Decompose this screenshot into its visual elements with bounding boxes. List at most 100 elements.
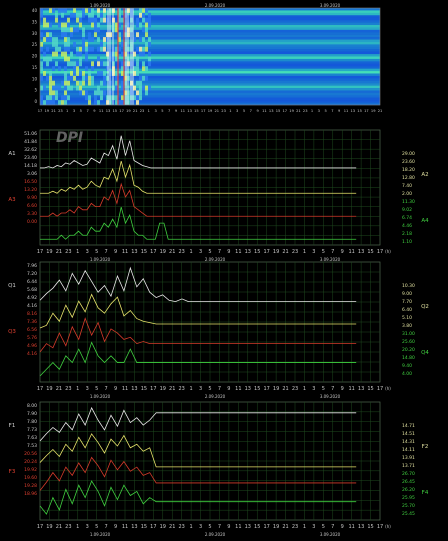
x-hour-tick: 11 bbox=[122, 524, 128, 530]
x-date-label: 2.09.2020 bbox=[205, 257, 226, 262]
x-hour-tick: 1 bbox=[190, 386, 193, 392]
left-tick-lower: 0.00 bbox=[27, 219, 37, 225]
spectrogram-cell bbox=[64, 95, 67, 101]
series-label-right-lower: Q4 bbox=[421, 350, 429, 356]
spectrogram-cell bbox=[43, 71, 46, 76]
spectrogram-cell bbox=[70, 75, 73, 81]
spectrogram-cell bbox=[88, 37, 91, 42]
x-hour-tick: 1 bbox=[190, 249, 193, 255]
left-tick-lower: 8.16 bbox=[27, 311, 37, 317]
spectrogram-x-tick: 23 bbox=[221, 109, 226, 113]
spectrogram-x-tick: 3 bbox=[154, 109, 156, 113]
spectrogram-cell bbox=[70, 85, 73, 91]
spectrogram-cell bbox=[67, 46, 70, 52]
spectrogram-cell bbox=[100, 61, 103, 67]
spectrogram-cell bbox=[91, 17, 94, 23]
spectrogram-x-tick: 15 bbox=[357, 109, 362, 113]
spectrogram-cell bbox=[142, 8, 145, 13]
spectrogram-x-tick: 19 bbox=[371, 109, 376, 113]
x-hour-tick: 19 bbox=[160, 386, 166, 392]
spectrogram-cell bbox=[64, 37, 67, 42]
spectrogram-cell bbox=[88, 8, 91, 13]
spectrogram-cell bbox=[55, 95, 58, 101]
spectrogram-cell bbox=[88, 100, 91, 105]
spectrogram-cell bbox=[76, 12, 79, 18]
spectrogram-cell bbox=[91, 75, 94, 81]
left-tick-upper: 32.62 bbox=[24, 147, 37, 153]
spectrogram-cell bbox=[55, 41, 58, 47]
spectrogram-cell bbox=[82, 90, 85, 96]
spectrogram-cell bbox=[145, 27, 148, 33]
spectrogram-cell bbox=[82, 71, 85, 76]
spectrogram-cell bbox=[55, 12, 58, 18]
spectrogram-x-tick: 19 bbox=[126, 109, 131, 113]
spectrogram-cell bbox=[70, 51, 73, 57]
spectrogram-cell bbox=[46, 22, 49, 28]
spectrogram-cell bbox=[49, 8, 52, 13]
x-hour-tick: 23 bbox=[65, 249, 71, 255]
spectrogram-cell bbox=[52, 80, 55, 86]
spectrogram-x-tick: 23 bbox=[140, 109, 145, 113]
right-tick-upper: 6.40 bbox=[402, 307, 412, 313]
right-tick-upper: 29.00 bbox=[402, 151, 415, 157]
spectrogram-cell bbox=[43, 56, 46, 62]
spectrogram-cell bbox=[79, 22, 82, 28]
x-hour-tick: 7 bbox=[105, 524, 108, 530]
spectrogram-cell bbox=[79, 12, 82, 18]
spectrogram-cell bbox=[43, 85, 46, 91]
series-label-left-upper: A1 bbox=[8, 151, 15, 157]
series-label-left-lower: Q3 bbox=[8, 329, 16, 335]
x-hour-tick: 7 bbox=[331, 524, 334, 530]
spectrogram-row bbox=[40, 51, 380, 55]
x-hour-tick: 13 bbox=[358, 386, 364, 392]
spectrogram-cell bbox=[85, 66, 88, 72]
x-hour-tick: 1 bbox=[303, 249, 306, 255]
spectrogram-date-label: 1.09.2020 bbox=[90, 3, 111, 8]
spectrogram-cell bbox=[43, 100, 46, 105]
spectrogram-cell bbox=[40, 61, 43, 67]
spectrogram-cell bbox=[97, 37, 100, 42]
spectrogram-cell bbox=[88, 71, 91, 76]
spectrogram-cell bbox=[136, 56, 139, 62]
spectrogram-cell bbox=[100, 90, 103, 96]
spectrogram-cell bbox=[103, 46, 106, 52]
spectrogram-row bbox=[40, 56, 380, 60]
x-hour-tick: 23 bbox=[178, 249, 184, 255]
series-label-left-upper: Q1 bbox=[8, 283, 16, 289]
spectrogram-cell bbox=[97, 100, 100, 105]
right-tick-upper: 2.00 bbox=[402, 191, 412, 197]
spectrogram-cell bbox=[91, 37, 94, 42]
left-tick-upper: 7.80 bbox=[27, 419, 37, 425]
spectrogram-cell bbox=[88, 95, 91, 101]
x-hour-tick: 19 bbox=[273, 524, 279, 530]
spectrogram-cell bbox=[148, 37, 151, 42]
x-hour-tick: 13 bbox=[131, 386, 137, 392]
left-tick-upper: 7.63 bbox=[27, 435, 37, 441]
left-tick-lower: 6.60 bbox=[27, 203, 37, 209]
spectrogram-cell bbox=[43, 51, 46, 57]
right-tick-lower: 25.70 bbox=[402, 503, 415, 509]
x-hour-tick: 23 bbox=[178, 524, 184, 530]
x-hour-tick: 5 bbox=[208, 524, 211, 530]
spectrogram-cell bbox=[40, 41, 43, 47]
spectrogram-x-tick: 11 bbox=[262, 109, 267, 113]
x-hour-tick: 21 bbox=[169, 524, 175, 530]
spectrogram-cell bbox=[85, 8, 88, 13]
spectrogram-cell bbox=[145, 8, 148, 13]
x-hour-tick: 13 bbox=[245, 386, 251, 392]
right-tick-lower: 26.45 bbox=[402, 479, 415, 485]
spectrogram-cell bbox=[148, 22, 151, 28]
spectrogram-cell bbox=[64, 8, 67, 13]
right-tick-lower: 31.00 bbox=[402, 331, 415, 337]
left-tick-upper: 7.20 bbox=[27, 271, 37, 277]
spectrogram-cell bbox=[73, 12, 76, 18]
x-hour-tick: 15 bbox=[141, 524, 147, 530]
right-tick-lower: 25.45 bbox=[402, 511, 415, 517]
x-hour-tick: 23 bbox=[65, 386, 71, 392]
spectrogram-row bbox=[40, 90, 380, 94]
spectrogram-cell bbox=[52, 85, 55, 91]
x-unit-label: (h) bbox=[385, 524, 391, 529]
spectrogram-x-tick: 13 bbox=[269, 109, 274, 113]
spectrogram-cell bbox=[79, 71, 82, 76]
left-tick-upper: 7.73 bbox=[27, 427, 37, 433]
